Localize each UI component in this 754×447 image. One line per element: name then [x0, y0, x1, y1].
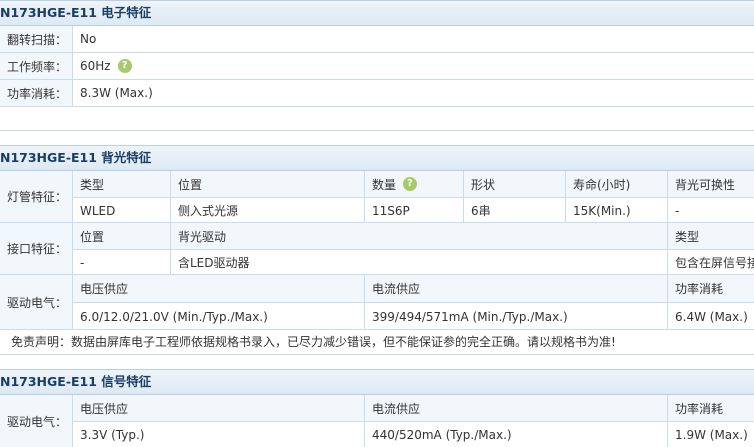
bl-drive-header-power: 功率消耗	[667, 275, 754, 302]
iface-header-position: 位置	[72, 223, 170, 249]
row-backlight-drive: 驱动电气： 电压供应 电流供应 功率消耗 6.0/12.0/21.0V (Min…	[0, 275, 754, 330]
iface-value-position: -	[72, 249, 170, 275]
sig-drive-header-voltage: 电压供应	[72, 395, 364, 421]
lamp-value-life: 15K(Min.)	[565, 197, 667, 223]
lamp-header-quantity-text: 数量	[372, 177, 397, 192]
bl-drive-header-voltage: 电压供应	[72, 275, 364, 302]
lamp-value-type: WLED	[72, 197, 170, 223]
lamp-value-quantity: 11S6P	[364, 197, 463, 223]
iface-header-type: 类型	[667, 223, 754, 249]
sig-drive-header-power: 功率消耗	[667, 395, 754, 421]
lamp-value-replaceable: -	[667, 197, 754, 223]
frequency-label: 工作频率：	[0, 53, 72, 79]
flip-scan-label: 翻转扫描：	[0, 26, 72, 52]
lamp-header-life: 寿命(小时)	[565, 171, 667, 197]
lamp-value-shape: 6串	[463, 197, 565, 223]
bl-drive-value-power: 6.4W (Max.)	[667, 302, 754, 330]
iface-value-driver: 含LED驱动器	[170, 249, 667, 275]
flip-scan-value: No	[72, 26, 754, 52]
lamp-header-position: 位置	[170, 171, 364, 197]
iface-value-type: 包含在屏信号接	[667, 249, 754, 275]
power-label: 功率消耗：	[0, 80, 72, 106]
frequency-cell: 60Hz ?	[72, 53, 754, 79]
row-frequency: 工作频率： 60Hz ?	[0, 53, 754, 80]
lamp-header-replaceable: 背光可换性	[667, 171, 754, 197]
lamp-label: 灯管特征：	[0, 171, 72, 222]
row-flip-scan: 翻转扫描： No	[0, 26, 754, 53]
sig-drive-value-current: 440/520mA (Typ./Max.)	[364, 421, 667, 447]
bl-drive-header-current: 电流供应	[364, 275, 667, 302]
frequency-value: 60Hz	[80, 59, 111, 73]
sig-drive-value-power: 1.9W (Max.)	[667, 421, 754, 447]
row-lamp: 灯管特征： 类型 位置 数量 ? 形状 寿命(小时) 背光可换性 WLED 侧入…	[0, 171, 754, 223]
row-interface: 接口特征： 位置 背光驱动 类型 - 含LED驱动器 包含在屏信号接	[0, 223, 754, 275]
bl-drive-value-voltage: 6.0/12.0/21.0V (Min./Typ./Max.)	[72, 302, 364, 330]
backlight-drive-label: 驱动电气：	[0, 275, 72, 329]
section-title-signal: N173HGE-E11 信号特征	[0, 369, 754, 395]
power-value: 8.3W (Max.)	[72, 80, 754, 106]
bl-drive-value-current: 399/494/571mA (Min./Typ./Max.)	[364, 302, 667, 330]
lamp-header-quantity: 数量 ?	[364, 171, 463, 197]
row-power: 功率消耗： 8.3W (Max.)	[0, 80, 754, 107]
section-title-backlight: N173HGE-E11 背光特征	[0, 145, 754, 171]
spacer	[0, 107, 754, 131]
iface-header-driver: 背光驱动	[170, 223, 667, 249]
disclaimer: 免责声明：数据由屏库电子工程师依据规格书录入，已尽力减少错误，但不能保证参的完全…	[0, 330, 754, 355]
signal-drive-label: 驱动电气：	[0, 395, 72, 447]
question-icon[interactable]: ?	[117, 59, 132, 73]
sig-drive-header-current: 电流供应	[364, 395, 667, 421]
lamp-header-type: 类型	[72, 171, 170, 197]
sig-drive-value-voltage: 3.3V (Typ.)	[72, 421, 364, 447]
section-title-electrical: N173HGE-E11 电子特征	[0, 0, 754, 26]
lamp-value-position: 侧入式光源	[170, 197, 364, 223]
row-signal-drive: 驱动电气： 电压供应 电流供应 功率消耗 3.3V (Typ.) 440/520…	[0, 395, 754, 447]
lamp-header-shape: 形状	[463, 171, 565, 197]
interface-label: 接口特征：	[0, 223, 72, 274]
question-icon[interactable]: ?	[403, 177, 418, 191]
